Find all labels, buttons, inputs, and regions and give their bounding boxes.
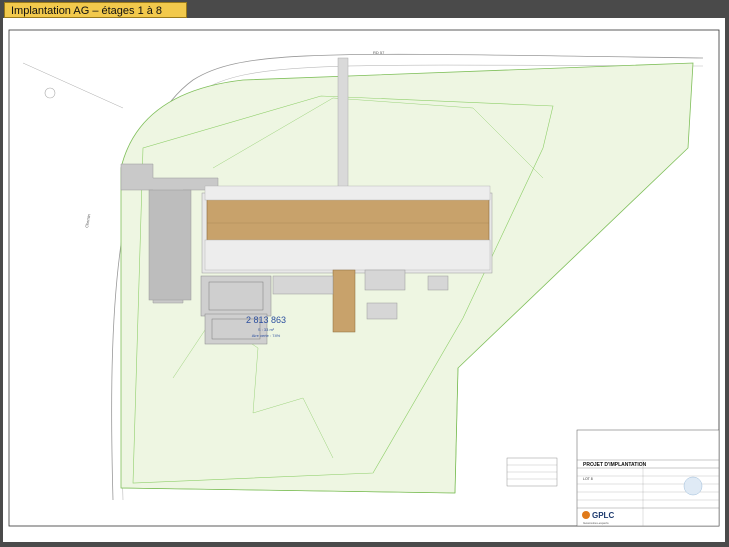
annex-building-1: [272, 275, 334, 295]
parcel-area-label: S : 33 m²: [258, 327, 275, 332]
parcel-note: Aire verte : 74%: [252, 333, 281, 338]
logo-subtext: Géomètres-experts: [583, 521, 609, 525]
title-block: PROJET D'IMPLANTATION LOT 8 GPLC Géomètr…: [506, 429, 720, 527]
building-north-units: [204, 185, 491, 201]
logo-mark-icon: [582, 511, 590, 519]
site-plan-drawing: RD 57 Chemin 2 813 863 S : 33 m² Aire ve…: [8, 29, 720, 527]
site-plan-sheet: RD 57 Chemin 2 813 863 S : 33 m² Aire ve…: [3, 18, 725, 542]
roundabout: [44, 87, 56, 99]
top-road-label: RD 57: [373, 50, 385, 55]
slide-title: Implantation AG – étages 1 à 8: [4, 2, 187, 18]
project-heading: PROJET D'IMPLANTATION: [583, 462, 647, 468]
stamp-icon: [683, 476, 703, 496]
annex-building-4: [427, 275, 449, 291]
road-line: [22, 62, 124, 109]
south-corridor: [332, 269, 356, 333]
building-south-units: [204, 239, 491, 271]
logo-text: GPLC: [592, 511, 614, 520]
annex-building-3: [366, 302, 398, 320]
lot-value: LOT 8: [583, 477, 593, 481]
parcel-number: 2 813 863: [246, 315, 286, 325]
parking-block: [148, 189, 192, 301]
left-road-label: Chemin: [84, 214, 91, 228]
annex-building-2: [364, 269, 406, 291]
access-road-north: [337, 57, 349, 199]
